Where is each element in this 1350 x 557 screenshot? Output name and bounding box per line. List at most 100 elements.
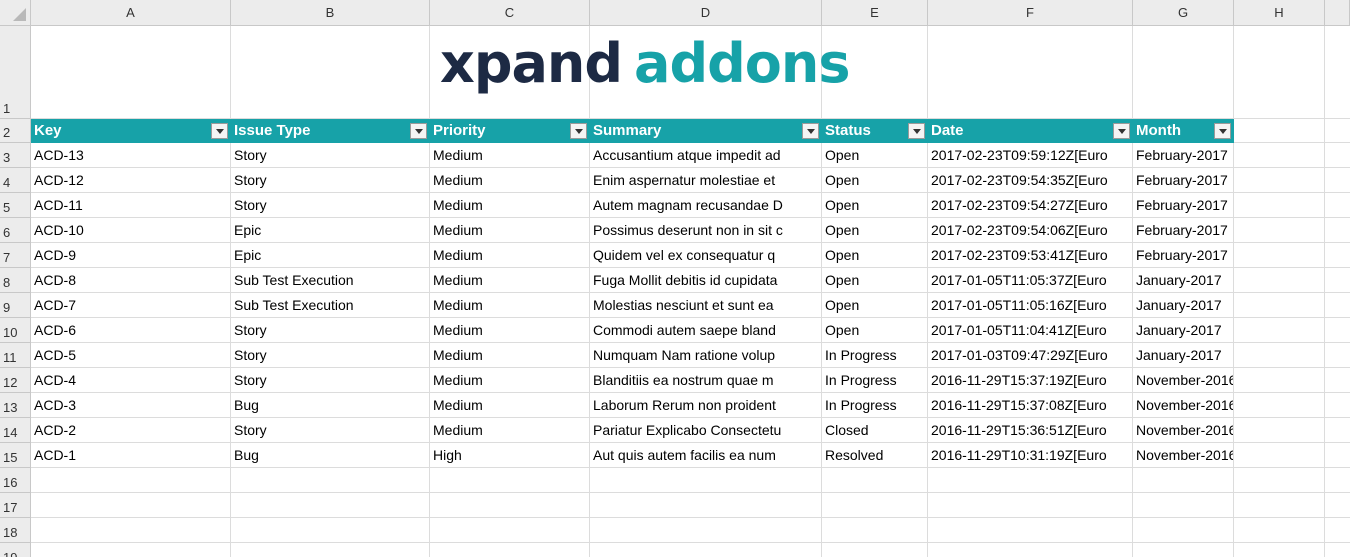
- table-cell[interactable]: Story: [231, 418, 429, 442]
- column-header-h[interactable]: H: [1234, 0, 1325, 26]
- table-cell[interactable]: February-2017: [1133, 193, 1233, 217]
- table-cell[interactable]: Story: [231, 318, 429, 342]
- table-cell[interactable]: February-2017: [1133, 168, 1233, 192]
- row-header-11[interactable]: 11: [0, 343, 31, 368]
- row-header-2[interactable]: 2: [0, 119, 31, 143]
- table-cell[interactable]: Laborum Rerum non proident: [590, 393, 821, 417]
- table-cell[interactable]: 2017-02-23T09:54:35Z[Euro: [928, 168, 1132, 192]
- table-cell[interactable]: 2016-11-29T15:36:51Z[Euro: [928, 418, 1132, 442]
- column-header-g[interactable]: G: [1133, 0, 1234, 26]
- table-cell[interactable]: Autem magnam recusandae D: [590, 193, 821, 217]
- table-cell[interactable]: 2016-11-29T15:37:08Z[Euro: [928, 393, 1132, 417]
- table-header-status[interactable]: Status: [822, 119, 908, 143]
- table-cell[interactable]: January-2017: [1133, 293, 1233, 317]
- row-header-3[interactable]: 3: [0, 143, 31, 168]
- table-cell[interactable]: Story: [231, 143, 429, 167]
- table-cell[interactable]: Open: [822, 218, 927, 242]
- table-cell[interactable]: ACD-3: [31, 393, 230, 417]
- table-cell[interactable]: 2017-02-23T09:59:12Z[Euro: [928, 143, 1132, 167]
- table-cell[interactable]: ACD-13: [31, 143, 230, 167]
- table-cell[interactable]: Enim aspernatur molestiae et: [590, 168, 821, 192]
- row-header-7[interactable]: 7: [0, 243, 31, 268]
- row-header-17[interactable]: 17: [0, 493, 31, 518]
- table-cell[interactable]: Open: [822, 168, 927, 192]
- table-cell[interactable]: Medium: [430, 143, 589, 167]
- table-cell[interactable]: Open: [822, 243, 927, 267]
- table-cell[interactable]: Medium: [430, 218, 589, 242]
- table-cell[interactable]: Story: [231, 193, 429, 217]
- table-cell[interactable]: Bug: [231, 443, 429, 467]
- table-cell[interactable]: Medium: [430, 343, 589, 367]
- column-header-b[interactable]: B: [231, 0, 430, 26]
- table-cell[interactable]: Epic: [231, 243, 429, 267]
- table-cell[interactable]: In Progress: [822, 393, 927, 417]
- column-header-d[interactable]: D: [590, 0, 822, 26]
- table-cell[interactable]: Open: [822, 318, 927, 342]
- table-cell[interactable]: Open: [822, 268, 927, 292]
- table-cell[interactable]: Open: [822, 193, 927, 217]
- table-cell[interactable]: 2016-11-29T10:31:19Z[Euro: [928, 443, 1132, 467]
- row-header-18[interactable]: 18: [0, 518, 31, 543]
- table-cell[interactable]: Story: [231, 343, 429, 367]
- table-cell[interactable]: 2017-02-23T09:53:41Z[Euro: [928, 243, 1132, 267]
- row-header-10[interactable]: 10: [0, 318, 31, 343]
- table-cell[interactable]: Medium: [430, 318, 589, 342]
- table-cell[interactable]: In Progress: [822, 368, 927, 392]
- table-cell[interactable]: Commodi autem saepe bland: [590, 318, 821, 342]
- filter-dropdown-issue-type-icon[interactable]: [410, 123, 427, 139]
- row-header-6[interactable]: 6: [0, 218, 31, 243]
- table-cell[interactable]: Numquam Nam ratione volup: [590, 343, 821, 367]
- column-header-f[interactable]: F: [928, 0, 1133, 26]
- row-header-15[interactable]: 15: [0, 443, 31, 468]
- table-cell[interactable]: ACD-2: [31, 418, 230, 442]
- row-header-1[interactable]: 1: [0, 26, 31, 119]
- table-cell[interactable]: 2017-01-05T11:05:37Z[Euro: [928, 268, 1132, 292]
- table-cell[interactable]: Sub Test Execution: [231, 293, 429, 317]
- table-cell[interactable]: Medium: [430, 193, 589, 217]
- row-header-5[interactable]: 5: [0, 193, 31, 218]
- table-header-issue-type[interactable]: Issue Type: [231, 119, 410, 143]
- table-cell[interactable]: Aut quis autem facilis ea num: [590, 443, 821, 467]
- table-cell[interactable]: ACD-11: [31, 193, 230, 217]
- table-cell[interactable]: Medium: [430, 268, 589, 292]
- table-cell[interactable]: ACD-4: [31, 368, 230, 392]
- table-cell[interactable]: ACD-7: [31, 293, 230, 317]
- row-header-14[interactable]: 14: [0, 418, 31, 443]
- table-cell[interactable]: Story: [231, 168, 429, 192]
- table-cell[interactable]: ACD-12: [31, 168, 230, 192]
- filter-dropdown-key-icon[interactable]: [211, 123, 228, 139]
- table-cell[interactable]: ACD-10: [31, 218, 230, 242]
- table-cell[interactable]: January-2017: [1133, 268, 1233, 292]
- spreadsheet-grid[interactable]: ABCDEFGH 12345678910111213141516171819 x…: [0, 0, 1350, 557]
- table-cell[interactable]: 2017-02-23T09:54:27Z[Euro: [928, 193, 1132, 217]
- table-cell[interactable]: Open: [822, 293, 927, 317]
- row-header-19[interactable]: 19: [0, 543, 31, 557]
- table-header-priority[interactable]: Priority: [430, 119, 570, 143]
- table-cell[interactable]: Medium: [430, 368, 589, 392]
- table-cell[interactable]: Story: [231, 368, 429, 392]
- row-header-8[interactable]: 8: [0, 268, 31, 293]
- table-cell[interactable]: Accusantium atque impedit ad: [590, 143, 821, 167]
- table-cell[interactable]: High: [430, 443, 589, 467]
- table-cell[interactable]: ACD-6: [31, 318, 230, 342]
- table-cell[interactable]: 2017-02-23T09:54:06Z[Euro: [928, 218, 1132, 242]
- table-cell[interactable]: Possimus deserunt non in sit c: [590, 218, 821, 242]
- column-header-a[interactable]: A: [31, 0, 231, 26]
- table-cell[interactable]: November-2016: [1133, 393, 1233, 417]
- select-all-corner[interactable]: [0, 0, 31, 26]
- table-cell[interactable]: November-2016: [1133, 418, 1233, 442]
- row-header-9[interactable]: 9: [0, 293, 31, 318]
- table-cell[interactable]: Epic: [231, 218, 429, 242]
- table-cell[interactable]: Medium: [430, 418, 589, 442]
- filter-dropdown-status-icon[interactable]: [908, 123, 925, 139]
- table-cell[interactable]: Bug: [231, 393, 429, 417]
- table-cell[interactable]: Pariatur Explicabo Consectetu: [590, 418, 821, 442]
- table-cell[interactable]: ACD-8: [31, 268, 230, 292]
- filter-dropdown-month-icon[interactable]: [1214, 123, 1231, 139]
- table-cell[interactable]: Molestias nesciunt et sunt ea: [590, 293, 821, 317]
- table-cell[interactable]: Sub Test Execution: [231, 268, 429, 292]
- filter-dropdown-priority-icon[interactable]: [570, 123, 587, 139]
- filter-dropdown-date-icon[interactable]: [1113, 123, 1130, 139]
- table-cell[interactable]: Closed: [822, 418, 927, 442]
- column-header-c[interactable]: C: [430, 0, 590, 26]
